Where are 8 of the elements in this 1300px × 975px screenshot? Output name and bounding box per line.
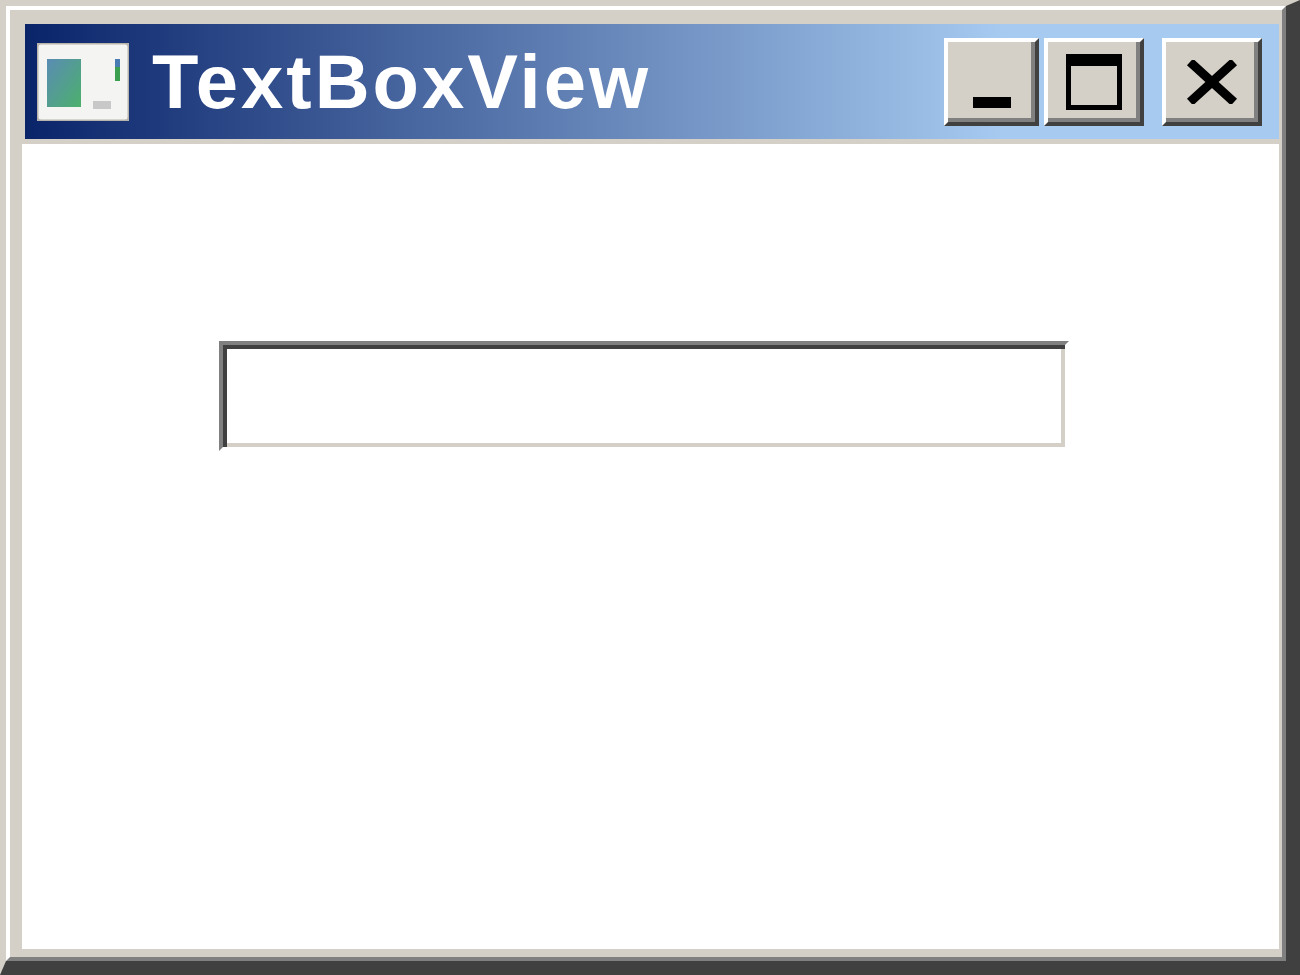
close-icon: [1186, 59, 1238, 104]
minimize-icon: [972, 96, 1011, 108]
minimize-button[interactable]: [944, 37, 1039, 126]
maximize-button[interactable]: [1044, 37, 1144, 126]
maximize-icon: [1066, 53, 1122, 110]
close-button[interactable]: [1162, 37, 1262, 126]
window-title: TextBoxView: [152, 43, 652, 120]
app-window-icon[interactable]: [37, 42, 129, 121]
